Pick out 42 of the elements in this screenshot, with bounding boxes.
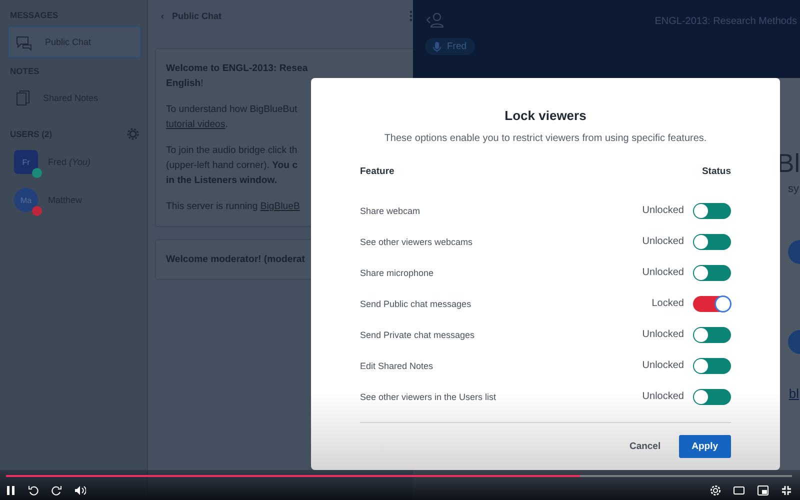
dialog-title: Lock viewers (504, 108, 588, 123)
cancel-button[interactable]: Cancel (625, 435, 665, 458)
status-text: Unlocked (642, 391, 684, 402)
toggle-switch[interactable] (693, 358, 731, 374)
toggle-switch[interactable] (693, 388, 731, 404)
presenter-name: Fred (447, 41, 467, 52)
feature-label: Send Public chat messages (360, 298, 472, 308)
toggle-switch[interactable] (693, 202, 731, 218)
volume-icon[interactable] (74, 485, 86, 496)
feature-label: Send Private chat messages (360, 330, 476, 340)
cut-off-text: bl (788, 386, 799, 401)
toggle-switch[interactable] (693, 326, 731, 342)
pause-icon[interactable] (6, 485, 16, 496)
column-header: Feature (360, 166, 394, 177)
back-button[interactable]: ‹ (161, 11, 164, 21)
rewind-icon[interactable] (28, 485, 39, 496)
status-text: Unlocked (642, 360, 684, 371)
exit-fullscreen-icon[interactable] (781, 485, 792, 496)
status-text: Unlocked (642, 236, 684, 247)
documents-icon (15, 90, 31, 106)
status-text: Locked (652, 298, 684, 309)
avatar-initials: Ma (20, 196, 32, 204)
feature-label: Edit Shared Notes (360, 360, 434, 370)
status-text: Unlocked (642, 205, 684, 216)
feature-label: See other viewers webcams (360, 236, 474, 246)
status-text: Unlocked (642, 267, 684, 278)
chat-bubbles-icon (15, 34, 33, 50)
apply-button[interactable]: Apply (678, 435, 731, 458)
toggle-switch[interactable] (693, 234, 731, 250)
mini-player-icon[interactable] (757, 485, 769, 496)
feature-label: Share webcam (360, 206, 422, 216)
status-text: Unlocked (642, 329, 684, 340)
feature-label: Share microphone (360, 268, 435, 278)
microphone-icon (433, 42, 441, 52)
forward-icon[interactable] (51, 485, 62, 496)
avatar-initials: Fr (22, 158, 30, 166)
theater-mode-icon[interactable] (733, 485, 745, 496)
toggle-switch[interactable] (693, 264, 731, 280)
dialog-description: These options enable you to restrict viewers from using specific features. (383, 133, 708, 144)
column-header: Status (702, 166, 731, 177)
toggle-switch[interactable] (693, 296, 731, 312)
feature-label: See other viewers in the Users list (360, 392, 498, 402)
